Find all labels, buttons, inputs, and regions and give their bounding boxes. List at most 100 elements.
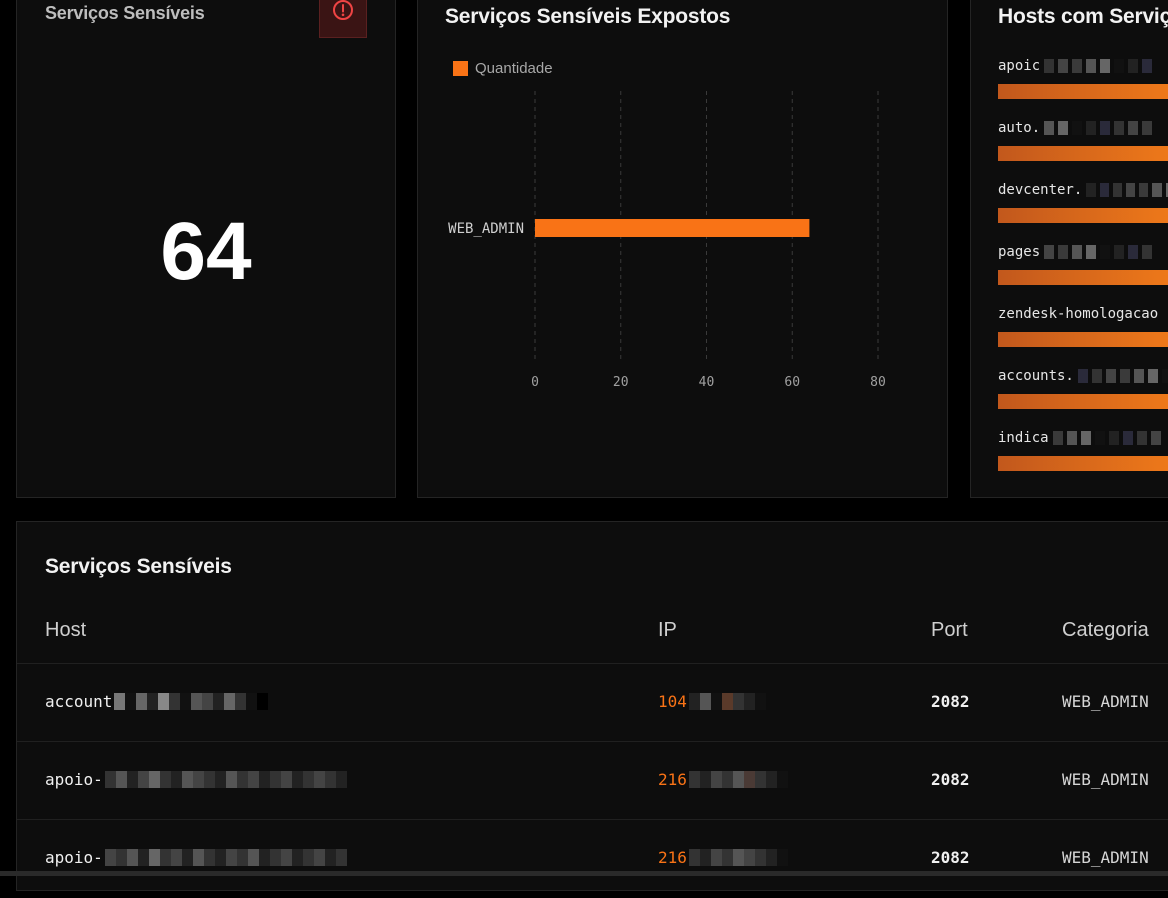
redacted-pixels (688, 771, 788, 788)
row-ip-cell: 216 (658, 848, 788, 867)
redacted-pixel (1114, 121, 1125, 135)
redacted-pixel (1086, 121, 1097, 135)
redacted-pixel (1072, 245, 1083, 259)
redacted-pixel (1152, 183, 1162, 197)
host-bar (998, 456, 1168, 471)
x-tick-label: 60 (784, 375, 800, 390)
exposed-services-chart-card: Serviços Sensíveis Expostos Quantidade 0… (417, 0, 948, 498)
row-ip-cell: 216 (658, 770, 788, 789)
redacted-pixels (688, 693, 766, 710)
row-host: account (45, 692, 113, 711)
redacted-pixel (1128, 59, 1139, 73)
redacted-pixel (1142, 245, 1153, 259)
host-item[interactable]: zendesk-homologacao (998, 306, 1168, 347)
hosts-card-title: Hosts com Serviç (998, 5, 1168, 28)
redacted-pixel (1058, 121, 1069, 135)
row-host-cell: account (45, 692, 269, 711)
redacted-pixel (1099, 183, 1109, 197)
redacted-pixels (104, 771, 347, 788)
column-header-category[interactable]: Categoria (1062, 619, 1149, 642)
row-ip: 216 (658, 770, 687, 789)
redacted-pixels (688, 849, 788, 866)
redacted-pixel (1058, 59, 1069, 73)
redacted-pixel (1100, 245, 1111, 259)
row-category: WEB_ADMIN (1062, 848, 1149, 867)
host-name-row: accounts. (998, 368, 1168, 384)
row-host: apoio- (45, 848, 103, 867)
redacted-pixel (1100, 59, 1111, 73)
row-port: 2082 (931, 848, 970, 867)
column-header-port[interactable]: Port (931, 619, 968, 642)
count-card-title: Serviços Sensíveis (45, 3, 205, 23)
host-item[interactable]: apoic (998, 58, 1168, 99)
redacted-pixel (1114, 245, 1125, 259)
redacted-pixel (1161, 369, 1168, 383)
host-bar (998, 146, 1168, 161)
host-item[interactable]: accounts. (998, 368, 1168, 409)
redacted-pixel (1072, 121, 1083, 135)
redacted-pixel (1114, 59, 1125, 73)
table-row[interactable]: apoio- 216 2082 WEB_ADMIN (17, 741, 1168, 820)
redacted-pixel (1058, 245, 1069, 259)
redacted-pixel (1142, 59, 1153, 73)
y-category-label: WEB_ADMIN (448, 221, 524, 237)
redacted-pixel (1125, 183, 1136, 197)
horizontal-scrollbar[interactable] (0, 871, 1168, 876)
redacted-pixel (1128, 121, 1139, 135)
host-name-row: apoic (998, 58, 1168, 74)
redacted-pixels (114, 693, 269, 710)
redacted-pixels (104, 849, 347, 866)
host-name-row: indica (998, 430, 1168, 446)
column-header-ip[interactable]: IP (658, 619, 677, 642)
row-host-cell: apoio- (45, 848, 347, 867)
redacted-pixel (1136, 431, 1147, 445)
host-item[interactable]: pages (998, 244, 1168, 285)
redacted-pixel (1133, 369, 1144, 383)
redacted-pixel (1086, 59, 1097, 73)
host-name-row: zendesk-homologacao (998, 306, 1168, 322)
sensitive-services-table-card: Serviços Sensíveis Host IP Port Categori… (16, 521, 1168, 891)
table-row[interactable]: account 104 2082 WEB_ADMIN (17, 663, 1168, 742)
redacted-pixel (1052, 431, 1063, 445)
x-tick-label: 40 (699, 375, 715, 390)
row-ip: 104 (658, 692, 687, 711)
host-bar (998, 332, 1168, 347)
host-bar (998, 394, 1168, 409)
redacted-pixel (1044, 59, 1055, 73)
row-host-cell: apoio- (45, 770, 347, 789)
host-name: apoic (998, 58, 1041, 74)
alert-circle-icon (332, 0, 354, 26)
host-item[interactable]: devcenter. (998, 182, 1168, 223)
host-item[interactable]: auto. (998, 120, 1168, 161)
row-ip-cell: 104 (658, 692, 766, 711)
host-name: accounts. (998, 368, 1074, 384)
row-ip: 216 (658, 848, 687, 867)
host-bar (998, 84, 1168, 99)
redacted-pixel (1122, 431, 1133, 445)
row-category: WEB_ADMIN (1062, 770, 1149, 789)
redacted-pixel (1150, 431, 1161, 445)
redacted-pixel (1142, 121, 1153, 135)
redacted-pixel (1080, 431, 1091, 445)
host-name: auto. (998, 120, 1041, 136)
host-item[interactable]: indica (998, 430, 1168, 471)
row-category: WEB_ADMIN (1062, 692, 1149, 711)
redacted-pixel (1105, 369, 1116, 383)
column-header-host[interactable]: Host (45, 619, 86, 642)
alert-button[interactable] (319, 0, 367, 38)
host-name: indica (998, 430, 1049, 446)
redacted-pixel (1128, 245, 1139, 259)
redacted-pixel (1100, 121, 1111, 135)
bar-web-admin[interactable] (535, 219, 810, 237)
host-name-row: pages (998, 244, 1168, 260)
redacted-pixel (1091, 369, 1102, 383)
redacted-pixel (1086, 245, 1097, 259)
redacted-pixel (1094, 431, 1105, 445)
table-row[interactable]: apoio- 216 2082 WEB_ADMIN (17, 819, 1168, 898)
x-tick-label: 0 (531, 375, 539, 390)
host-bar (998, 208, 1168, 223)
host-name: devcenter. (998, 182, 1083, 198)
sensitive-services-count-card: Serviços Sensíveis 64 (16, 0, 396, 498)
redacted-pixel (1072, 59, 1083, 73)
redacted-pixel (1066, 431, 1077, 445)
